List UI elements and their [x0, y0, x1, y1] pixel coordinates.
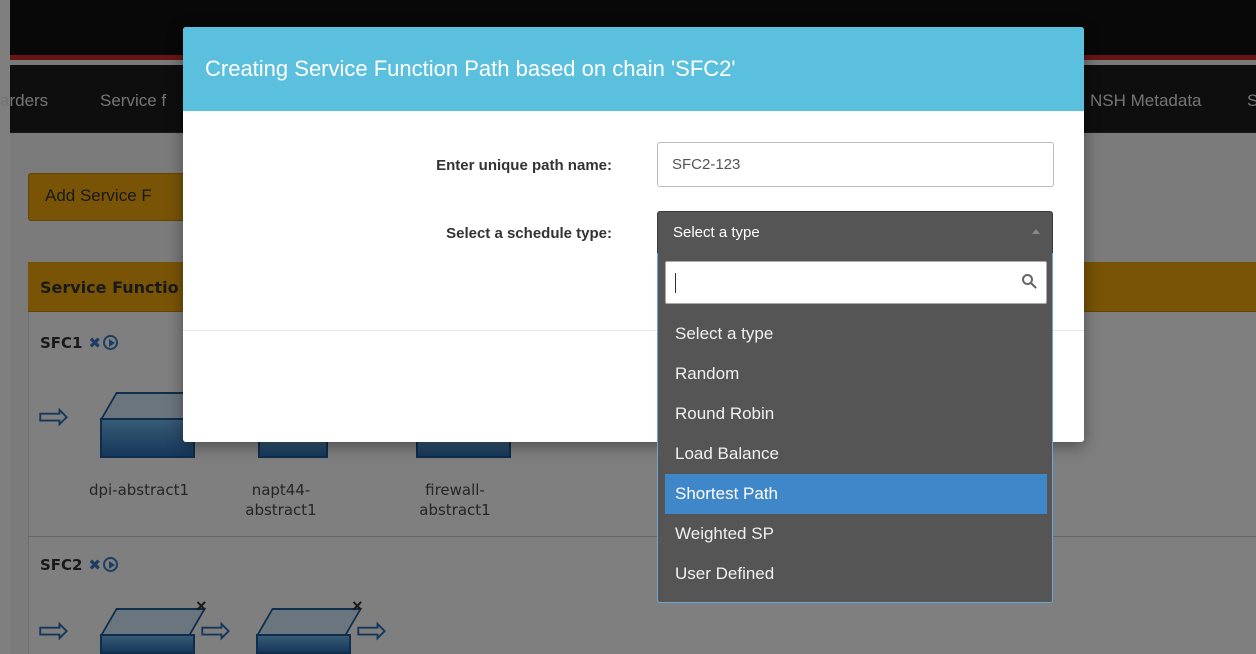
option-random[interactable]: Random — [665, 354, 1047, 394]
option-user-defined[interactable]: User Defined — [665, 554, 1047, 594]
schedule-type-select[interactable]: Select a type — [657, 211, 1053, 254]
schedule-type-label: Select a schedule type: — [446, 225, 612, 242]
option-select-a-type[interactable]: Select a type — [665, 314, 1047, 354]
path-name-input[interactable] — [657, 142, 1054, 187]
schedule-type-dropdown: Select a type Random Round Robin Load Ba… — [657, 253, 1053, 603]
text-cursor — [675, 273, 676, 293]
path-name-label: Enter unique path name: — [436, 157, 612, 174]
option-round-robin[interactable]: Round Robin — [665, 394, 1047, 434]
caret-up-icon — [1032, 229, 1040, 234]
selected-value: Select a type — [673, 224, 760, 241]
option-weighted-sp[interactable]: Weighted SP — [665, 514, 1047, 554]
dropdown-search-input[interactable] — [665, 261, 1047, 304]
option-load-balance[interactable]: Load Balance — [665, 434, 1047, 474]
option-shortest-path[interactable]: Shortest Path — [665, 474, 1047, 514]
dialog-title: Creating Service Function Path based on … — [183, 27, 1084, 111]
search-icon — [1022, 274, 1037, 289]
